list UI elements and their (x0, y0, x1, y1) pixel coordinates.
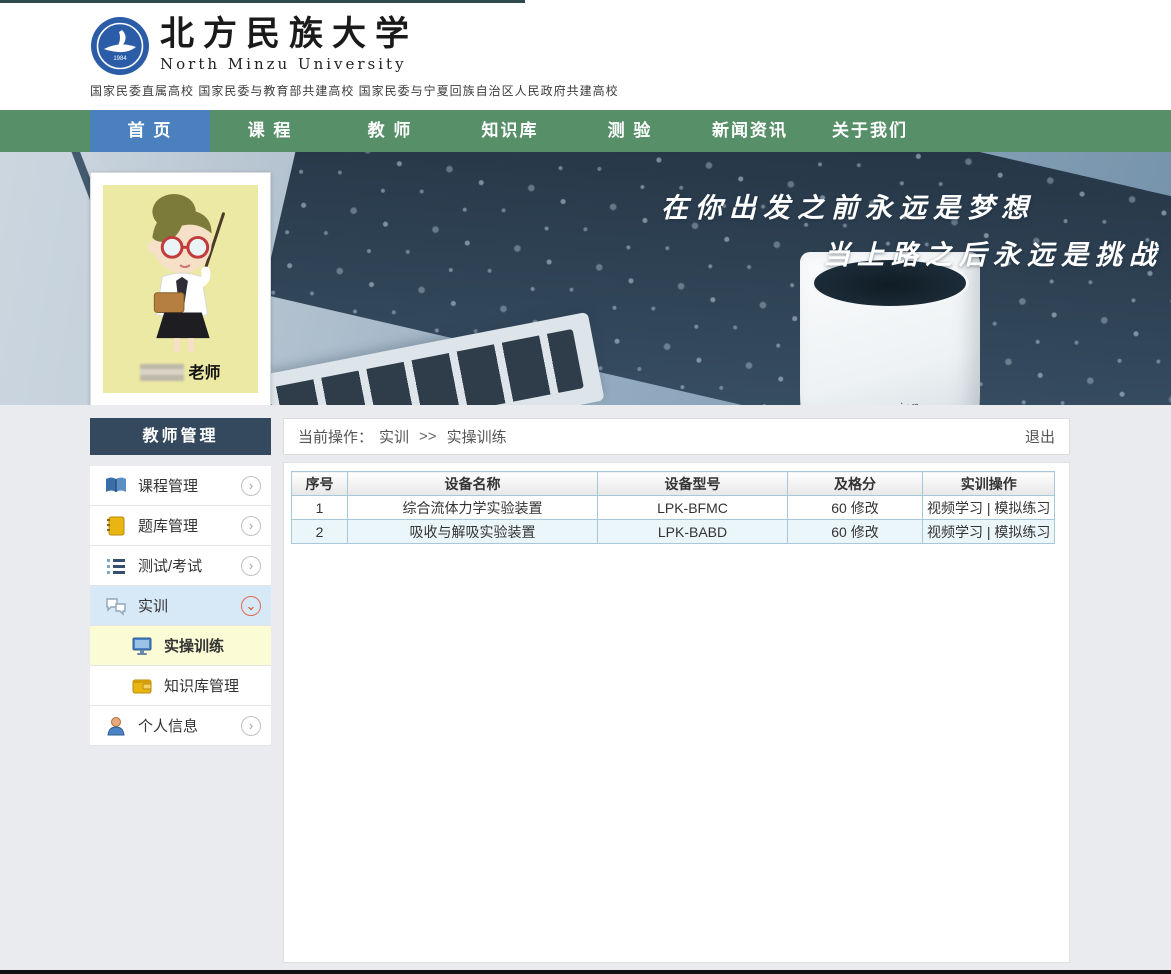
wallet-icon (130, 676, 154, 696)
notebook-icon (104, 516, 128, 536)
simulation-practice-link[interactable]: 模拟练习 (994, 500, 1050, 516)
coffee-cup-decoration: passion (800, 252, 980, 405)
teacher-name-redacted (140, 364, 184, 381)
sidebar-item-tests-exams[interactable]: 测试/考试 › (90, 546, 271, 586)
nav-tab-home[interactable]: 首 页 (90, 110, 210, 152)
sidebar-item-label: 实训 (138, 595, 241, 616)
score-value: 60 (831, 524, 847, 540)
chevron-right-icon: › (241, 556, 261, 576)
cell-operations: 视频学习 | 模拟练习 (923, 496, 1055, 520)
banner-slogan-line2: 当上路之后永远是挑战 (661, 233, 1163, 272)
table-row: 2 吸收与解吸实验装置 LPK-BABD 60修改 视频学习 | 模拟练习 (292, 520, 1055, 544)
nav-tab-tests[interactable]: 测 验 (570, 110, 690, 152)
sidebar-item-practical-training[interactable]: 实训 ⌄ (90, 586, 271, 626)
video-study-link[interactable]: 视频学习 (927, 524, 983, 540)
university-logo: 1984 (90, 16, 150, 76)
breadcrumb-section[interactable]: 实训 (379, 426, 409, 447)
person-icon (104, 716, 128, 736)
op-separator: | (987, 500, 991, 516)
simulation-practice-link[interactable]: 模拟练习 (994, 524, 1050, 540)
logout-link[interactable]: 退出 (1025, 426, 1055, 447)
teacher-name: 老师 (103, 359, 258, 383)
cell-device-name: 吸收与解吸实验装置 (348, 520, 598, 544)
chevron-down-icon: ⌄ (241, 596, 261, 616)
university-brand: 北方民族大学 North Minzu University (160, 15, 418, 73)
sidebar-item-course-management[interactable]: 课程管理 › (90, 466, 271, 506)
op-separator: | (987, 524, 991, 540)
sidebar-item-label: 测试/考试 (138, 555, 241, 576)
nav-spacer (0, 110, 90, 152)
chevron-right-icon: › (241, 716, 261, 736)
chat-icon (104, 596, 128, 616)
site-header: 1984 北方民族大学 North Minzu University 国家民委直… (0, 3, 1171, 110)
monitor-icon (130, 636, 154, 656)
teacher-name-suffix: 老师 (188, 365, 220, 382)
book-icon (104, 476, 128, 496)
cell-no: 2 (292, 520, 348, 544)
main-nav: 首 页 课 程 教 师 知识库 测 验 新闻资讯 关于我们 (0, 110, 1171, 152)
sidebar-item-label: 题库管理 (138, 515, 241, 536)
cell-no: 1 (292, 496, 348, 520)
table-header-row: 序号 设备名称 设备型号 及格分 实训操作 (292, 472, 1055, 496)
cell-device-model: LPK-BFMC (598, 496, 788, 520)
sidebar-item-label: 课程管理 (138, 475, 241, 496)
university-tagline: 国家民委直属高校 国家民委与教育部共建高校 国家民委与宁夏回族自治区人民政府共建… (90, 82, 619, 99)
breadcrumb-page: 实操训练 (447, 426, 507, 447)
sidebar-item-label: 实操训练 (164, 635, 261, 656)
list-icon (104, 556, 128, 576)
cell-pass-score: 60修改 (788, 496, 923, 520)
nav-tab-news[interactable]: 新闻资讯 (690, 110, 810, 152)
devices-table: 序号 设备名称 设备型号 及格分 实训操作 1 综合流体力学实验装置 LPK-B… (291, 471, 1055, 544)
sidebar-item-hands-on-training[interactable]: 实操训练 (90, 626, 271, 666)
nav-tab-knowledge[interactable]: 知识库 (450, 110, 570, 152)
sidebar-title: 教师管理 (90, 418, 271, 455)
cell-operations: 视频学习 | 模拟练习 (923, 520, 1055, 544)
banner-slogan-line1: 在你出发之前永远是梦想 (661, 186, 1163, 225)
teacher-avatar-frame: 老师 (103, 185, 258, 393)
col-header-device-model: 设备型号 (598, 472, 788, 496)
teacher-avatar (103, 185, 258, 355)
chevron-right-icon: › (241, 476, 261, 496)
sidebar-item-knowledge-base-management[interactable]: 知识库管理 (90, 666, 271, 706)
nav-tab-teachers[interactable]: 教 师 (330, 110, 450, 152)
edit-score-link[interactable]: 修改 (851, 524, 879, 540)
chevron-right-icon: › (241, 516, 261, 536)
sidebar-menu: 课程管理 › 题库管理 › 测试/考试 › 实训 ⌄ 实操训练 知识库管理 (90, 466, 271, 746)
university-logo-icon: 1984 (90, 16, 150, 76)
score-value: 60 (831, 500, 847, 516)
university-name-en: North Minzu University (160, 55, 418, 73)
breadcrumb-separator: >> (419, 428, 437, 445)
edit-score-link[interactable]: 修改 (851, 500, 879, 516)
cell-device-model: LPK-BABD (598, 520, 788, 544)
breadcrumb-prefix: 当前操作： (298, 426, 373, 447)
sidebar-item-question-bank[interactable]: 题库管理 › (90, 506, 271, 546)
col-header-device-name: 设备名称 (348, 472, 598, 496)
sidebar-item-label: 知识库管理 (164, 675, 261, 696)
col-header-pass-score: 及格分 (788, 472, 923, 496)
col-header-operations: 实训操作 (923, 472, 1055, 496)
sidebar-item-label: 个人信息 (138, 715, 241, 736)
breadcrumb: 当前操作： 实训 >> 实操训练 退出 (283, 418, 1070, 455)
teacher-avatar-card: 老师 (90, 172, 271, 406)
banner-slogan: 在你出发之前永远是梦想 当上路之后永远是挑战 (661, 186, 1163, 272)
main-panel: 序号 设备名称 设备型号 及格分 实训操作 1 综合流体力学实验装置 LPK-B… (283, 462, 1070, 963)
table-row: 1 综合流体力学实验装置 LPK-BFMC 60修改 视频学习 | 模拟练习 (292, 496, 1055, 520)
col-header-no: 序号 (292, 472, 348, 496)
sidebar-item-personal-info[interactable]: 个人信息 › (90, 706, 271, 746)
video-study-link[interactable]: 视频学习 (927, 500, 983, 516)
bottom-edge-line (0, 970, 1171, 974)
nav-tab-courses[interactable]: 课 程 (210, 110, 330, 152)
cell-pass-score: 60修改 (788, 520, 923, 544)
nav-tab-about[interactable]: 关于我们 (810, 110, 930, 152)
university-name-cn: 北方民族大学 (160, 15, 418, 53)
cell-device-name: 综合流体力学实验装置 (348, 496, 598, 520)
svg-text:1984: 1984 (113, 56, 127, 62)
